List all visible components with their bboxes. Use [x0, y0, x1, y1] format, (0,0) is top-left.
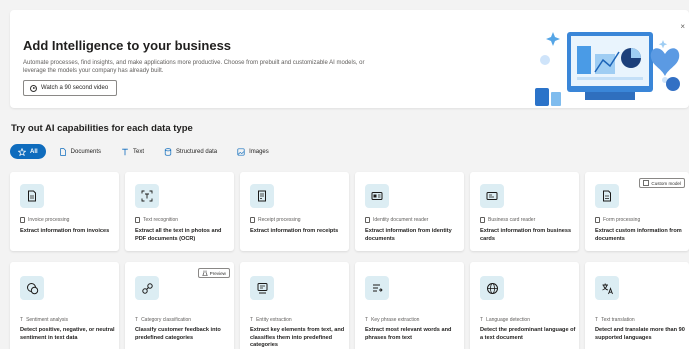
- card-title: Extract custom information from document…: [595, 228, 682, 242]
- card-form-processing[interactable]: Custom model Form processing Extract cus…: [585, 172, 689, 251]
- text-icon: T: [20, 317, 24, 323]
- id-card-icon: [365, 184, 389, 208]
- card-text-recognition[interactable]: Text recognition Extract all the text in…: [125, 172, 234, 251]
- play-icon: [30, 84, 37, 92]
- card-category: T Sentiment analysis: [20, 317, 69, 323]
- text-recognition-icon: [135, 184, 159, 208]
- card-receipt-processing[interactable]: Receipt processing Extract information f…: [240, 172, 349, 251]
- text-icon: T: [135, 317, 139, 323]
- text-icon: T: [250, 317, 254, 323]
- filter-structured-data-label: Structured data: [176, 148, 218, 155]
- card-entity-extraction[interactable]: T Entity extraction Extract key elements …: [240, 262, 349, 349]
- card-category: T Entity extraction: [250, 317, 292, 323]
- document-icon: [59, 147, 66, 156]
- document-icon: [135, 217, 140, 223]
- image-icon: [237, 147, 245, 156]
- entity-icon: [250, 276, 274, 300]
- card-language-detection[interactable]: T Language detection Detect the predomina…: [470, 262, 579, 349]
- watch-video-label: Watch a 90 second video: [41, 85, 109, 91]
- invoice-icon: [20, 184, 44, 208]
- card-key-phrase-extraction[interactable]: T Key phrase extraction Extract most rele…: [355, 262, 464, 349]
- close-icon[interactable]: ×: [680, 22, 685, 31]
- card-business-card-reader[interactable]: Business card reader Extract information…: [470, 172, 579, 251]
- filter-structured-data[interactable]: Structured data: [157, 144, 224, 159]
- filter-bar: All Documents Text Structured data Image…: [10, 144, 276, 159]
- filter-images-label: Images: [249, 148, 269, 155]
- card-title: Extract most relevant words and phrases …: [365, 327, 452, 341]
- banner-illustration: [535, 32, 680, 106]
- card-title: Classify customer feedback into predefin…: [135, 327, 221, 341]
- hero-banner: Add Intelligence to your business Automa…: [10, 10, 689, 108]
- document-icon: [20, 217, 25, 223]
- card-category: T Category classification: [135, 317, 192, 323]
- card-sentiment-analysis[interactable]: T Sentiment analysis Detect positive, neg…: [10, 262, 119, 349]
- card-invoice-processing[interactable]: Invoice processing Extract information f…: [10, 172, 119, 251]
- text-icon: T: [365, 317, 369, 323]
- card-category: T Text translation: [595, 317, 635, 323]
- document-icon: [250, 217, 255, 223]
- filter-documents-label: Documents: [70, 148, 102, 155]
- text-icon: T: [480, 317, 484, 323]
- receipt-icon: [250, 184, 274, 208]
- filter-text[interactable]: Text: [114, 144, 151, 159]
- banner-description: Automate processes, find insights, and m…: [23, 60, 365, 74]
- card-title: Detect and translate more than 90 suppor…: [595, 327, 685, 341]
- card-category: Identity document reader: [365, 217, 428, 223]
- card-category: Receipt processing: [250, 217, 301, 223]
- card-title: Extract key elements from text, and clas…: [250, 327, 345, 348]
- document-icon: [365, 217, 370, 223]
- card-title: Detect the predominant language of a tex…: [480, 327, 576, 341]
- section-title: Try out AI capabilities for each data ty…: [11, 123, 193, 134]
- card-title: Extract information from receipts: [250, 228, 339, 234]
- star-icon: [18, 147, 26, 156]
- filter-all-label: All: [30, 148, 38, 155]
- card-category: Text recognition: [135, 217, 178, 223]
- preview-tag: Preview: [197, 268, 230, 278]
- document-icon: [480, 217, 485, 223]
- flask-icon: [202, 270, 208, 276]
- card-text-translation[interactable]: T Text translation Detect and translate m…: [585, 262, 689, 349]
- card-title: Extract information from invoices: [20, 228, 110, 234]
- card-category-classification[interactable]: Preview T Category classification Classif…: [125, 262, 234, 349]
- form-icon: [595, 184, 619, 208]
- sentiment-icon: [20, 276, 44, 300]
- card-category: Invoice processing: [20, 217, 69, 223]
- card-title: Extract all the text in photos and PDF d…: [135, 228, 222, 242]
- card-title: Extract information from identity docume…: [365, 228, 452, 242]
- filter-documents[interactable]: Documents: [52, 144, 108, 159]
- database-icon: [164, 147, 172, 156]
- card-category: T Language detection: [480, 317, 530, 323]
- text-icon: [122, 148, 128, 155]
- banner-title: Add Intelligence to your business: [23, 38, 232, 53]
- card-title: Detect positive, negative, or neutral se…: [20, 327, 115, 341]
- document-icon: [595, 217, 600, 223]
- text-icon: T: [595, 317, 599, 323]
- filter-text-label: Text: [133, 148, 145, 155]
- model-icon: [643, 180, 650, 186]
- watch-video-button[interactable]: Watch a 90 second video: [23, 80, 118, 96]
- card-category: Form processing: [595, 217, 640, 223]
- filter-all[interactable]: All: [10, 144, 46, 159]
- key-phrase-icon: [365, 276, 389, 300]
- card-identity-document-reader[interactable]: Identity document reader Extract informa…: [355, 172, 464, 251]
- business-card-icon: [480, 184, 504, 208]
- card-title: Extract information from business cards: [480, 228, 572, 242]
- filter-images[interactable]: Images: [230, 144, 276, 159]
- classification-icon: [135, 276, 159, 300]
- translate-icon: [595, 276, 619, 300]
- globe-icon: [480, 276, 504, 300]
- card-category: Business card reader: [480, 217, 535, 223]
- custom-model-tag: Custom model: [639, 178, 685, 188]
- card-category: T Key phrase extraction: [365, 317, 420, 323]
